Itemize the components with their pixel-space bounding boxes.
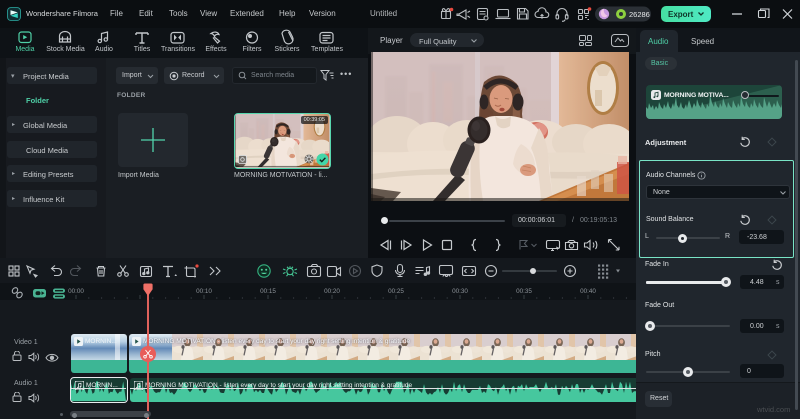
svg-text:00:10: 00:10 (196, 288, 212, 295)
svg-text:00:15: 00:15 (260, 288, 276, 295)
svg-text:00:35: 00:35 (516, 288, 532, 295)
svg-text:00:40: 00:40 (580, 288, 596, 295)
svg-text:26286: 26286 (629, 10, 650, 19)
svg-text:00:30: 00:30 (452, 288, 468, 295)
svg-text:00:00: 00:00 (68, 288, 84, 295)
svg-text:00:20: 00:20 (324, 288, 340, 295)
svg-text:00:25: 00:25 (388, 288, 404, 295)
